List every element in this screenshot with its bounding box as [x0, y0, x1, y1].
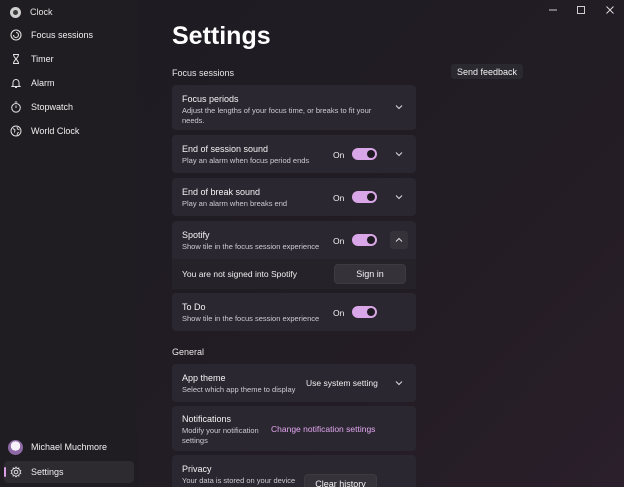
toggle-state-label: On	[333, 150, 345, 160]
maximize-icon	[577, 6, 585, 14]
card-title: Privacy	[182, 464, 212, 474]
app-theme-card: App theme Select which app theme to disp…	[172, 364, 416, 402]
card-desc: Play an alarm when breaks end	[182, 199, 288, 208]
card-title: Notifications	[182, 414, 232, 424]
card-desc: Modify your notification	[182, 426, 259, 435]
gear-icon	[10, 466, 22, 478]
todo-card: To Do Show tile in the focus session exp…	[172, 293, 416, 331]
card-desc: Your data is stored on your device	[182, 476, 296, 485]
active-indicator	[4, 467, 6, 477]
send-feedback-button[interactable]: Send feedback	[451, 64, 523, 79]
stopwatch-icon	[10, 101, 22, 113]
sidebar-item-label: Timer	[31, 54, 54, 64]
chevron-down-icon[interactable]	[394, 102, 404, 112]
focus-icon	[10, 29, 22, 41]
end-break-sound-card: End of break sound Play an alarm when br…	[172, 178, 416, 216]
card-desc: Play an alarm when focus period ends	[182, 156, 310, 165]
card-desc: Adjust the lengths of your focus time, o…	[182, 106, 372, 115]
todo-toggle[interactable]	[352, 306, 377, 318]
sidebar-item-world-clock[interactable]: World Clock	[4, 120, 134, 142]
avatar	[8, 439, 23, 455]
app-theme-select[interactable]: Use system setting	[306, 378, 378, 388]
end-break-sound-toggle[interactable]	[352, 191, 377, 203]
maximize-button[interactable]	[574, 4, 588, 16]
card-title: Spotify	[182, 230, 210, 240]
sidebar-item-stopwatch[interactable]: Stopwatch	[4, 96, 134, 118]
minimize-icon	[549, 9, 557, 11]
card-title: Focus periods	[182, 94, 239, 104]
sidebar-item-focus-sessions[interactable]: Focus sessions	[4, 24, 134, 46]
notifications-card: Notifications Modify your notification s…	[172, 406, 416, 451]
app-title-bar: Clock	[10, 5, 53, 19]
sidebar-item-label: Focus sessions	[31, 30, 94, 40]
sidebar-item-settings[interactable]: Settings	[4, 461, 134, 483]
card-desc: Select which app theme to display	[182, 385, 296, 394]
spotify-signin-text: You are not signed into Spotify	[182, 269, 297, 279]
card-desc: Show tile in the focus session experienc…	[182, 314, 320, 323]
card-desc: Show tile in the focus session experienc…	[182, 242, 320, 251]
toggle-state-label: On	[333, 236, 345, 246]
close-button[interactable]	[603, 4, 617, 16]
hourglass-icon	[10, 53, 22, 65]
sidebar-item-label: Settings	[31, 467, 64, 477]
chevron-up-button[interactable]	[390, 231, 408, 249]
app-title: Clock	[30, 7, 53, 17]
clear-history-button[interactable]: Clear history	[304, 474, 377, 487]
sidebar: Clock Focus sessions Timer Alarm Stopwat…	[0, 0, 138, 487]
chevron-down-icon[interactable]	[394, 378, 404, 388]
change-notification-settings-link[interactable]: Change notification settings	[271, 424, 375, 434]
toggle-state-label: On	[333, 308, 345, 318]
end-session-sound-toggle[interactable]	[352, 148, 377, 160]
sidebar-item-label: Alarm	[31, 78, 55, 88]
spotify-signin-row: You are not signed into Spotify Sign in	[172, 259, 416, 289]
chevron-down-icon[interactable]	[394, 192, 404, 202]
privacy-card: Privacy Your data is stored on your devi…	[172, 455, 416, 487]
section-title-general: General	[172, 347, 205, 357]
toggle-state-label: On	[333, 193, 345, 203]
section-title-focus: Focus sessions	[172, 68, 235, 78]
user-name: Michael Muchmore	[31, 442, 108, 452]
card-desc: needs.	[182, 116, 205, 125]
close-icon	[606, 6, 614, 14]
spotify-card: Spotify Show tile in the focus session e…	[172, 221, 416, 259]
card-title: To Do	[182, 302, 206, 312]
card-title: App theme	[182, 373, 226, 383]
spotify-toggle[interactable]	[352, 234, 377, 246]
sidebar-item-alarm[interactable]: Alarm	[4, 72, 134, 94]
card-desc: settings	[182, 436, 208, 445]
clock-window: Clock Focus sessions Timer Alarm Stopwat…	[0, 0, 624, 487]
focus-periods-card[interactable]: Focus periods Adjust the lengths of your…	[172, 85, 416, 130]
sidebar-item-label: World Clock	[31, 126, 80, 136]
globe-icon	[10, 125, 22, 137]
alarm-icon	[10, 77, 22, 89]
chevron-down-icon[interactable]	[394, 149, 404, 159]
user-account[interactable]: Michael Muchmore	[8, 438, 107, 456]
end-session-sound-card: End of session sound Play an alarm when …	[172, 135, 416, 173]
page-title: Settings	[172, 22, 271, 50]
chevron-up-icon	[395, 237, 403, 242]
card-title: End of break sound	[182, 187, 261, 197]
card-title: End of session sound	[182, 144, 269, 154]
sidebar-item-timer[interactable]: Timer	[4, 48, 134, 70]
minimize-button[interactable]	[546, 4, 560, 16]
clock-app-icon	[10, 6, 21, 18]
sidebar-item-label: Stopwatch	[31, 102, 74, 112]
spotify-sign-in-button[interactable]: Sign in	[334, 264, 406, 284]
